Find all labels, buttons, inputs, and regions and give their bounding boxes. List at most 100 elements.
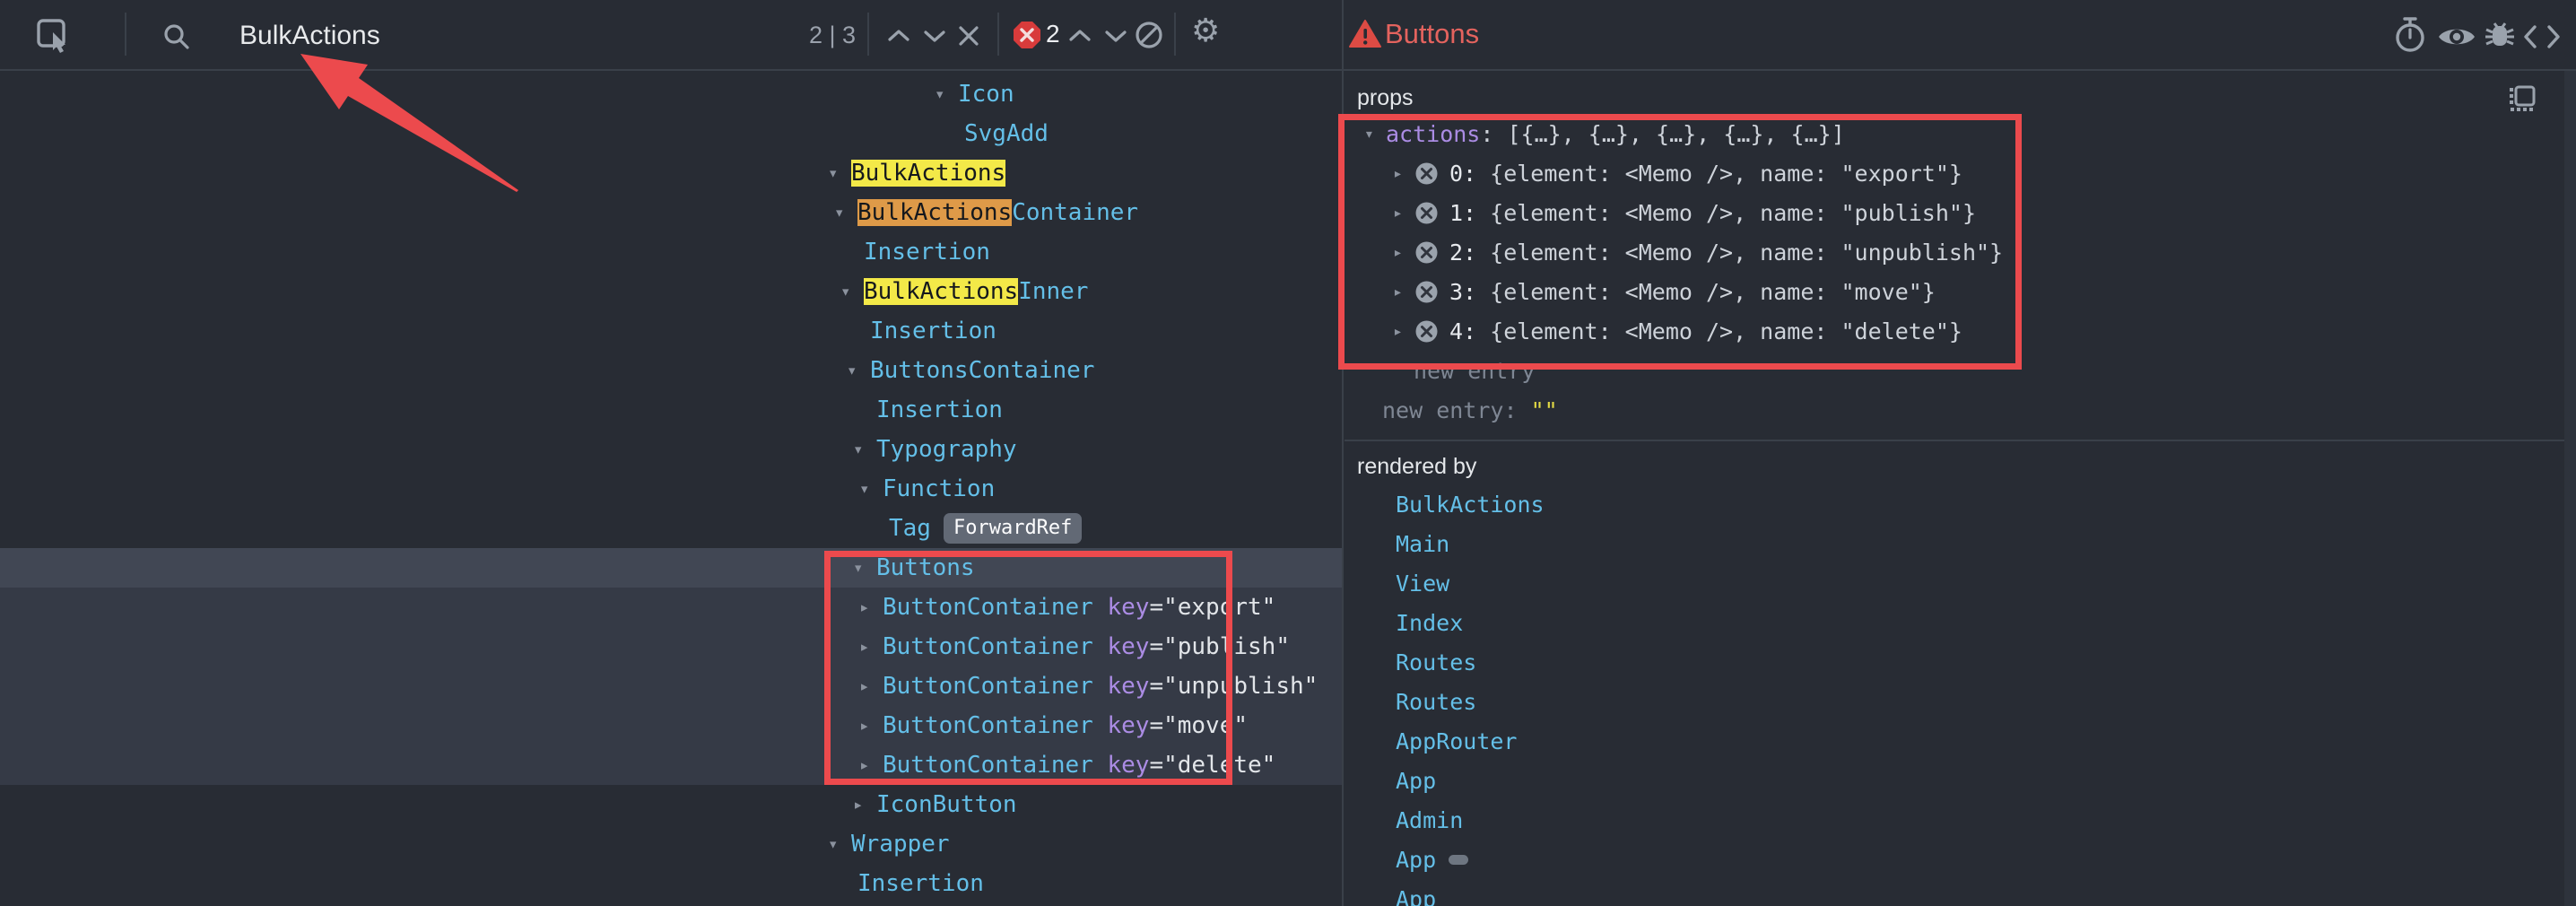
- tree-row-tag[interactable]: TagForwardRef: [0, 509, 1342, 548]
- tree-row-function[interactable]: ▾Function: [0, 469, 1342, 509]
- tree-row-buttoncontainer-export[interactable]: ▸ButtonContainer key="export": [0, 588, 1342, 627]
- rendered-by-item-routes-4[interactable]: Routes: [1345, 642, 2564, 682]
- rendered-by-item-app-9[interactable]: App: [1345, 840, 2564, 879]
- suspense-stopwatch-icon[interactable]: [2393, 16, 2427, 57]
- key-attribute-value: ="unpublish": [1149, 673, 1318, 700]
- delete-entry-icon[interactable]: [1414, 240, 1439, 265]
- tree-row-icon[interactable]: ▾Icon: [0, 74, 1342, 114]
- copy-props-icon[interactable]: [2507, 83, 2537, 126]
- error-count: 2: [1046, 20, 1060, 48]
- chevron-right-icon[interactable]: ▸: [859, 745, 883, 785]
- right-panel-scrollbar[interactable]: [2564, 71, 2576, 906]
- component-name: Typography: [876, 436, 1017, 463]
- delete-entry-icon[interactable]: [1414, 280, 1439, 304]
- rendered-by-section-label: rendered by: [1357, 454, 1476, 479]
- collapse-chevron-icon[interactable]: ▾: [1364, 125, 1386, 144]
- rendered-by-item-view-2[interactable]: View: [1345, 563, 2564, 603]
- tree-row-buttonscontainer[interactable]: ▾ButtonsContainer: [0, 351, 1342, 390]
- prop-row-action-3[interactable]: ▸3: {element: <Memo />, name: "move"}: [1345, 272, 2564, 311]
- view-source-code-icon[interactable]: [2522, 23, 2562, 54]
- tree-row-iconbutton[interactable]: ▸IconButton: [0, 785, 1342, 824]
- tree-row-buttoncontainer-move[interactable]: ▸ButtonContainer key="move": [0, 706, 1342, 745]
- prop-row-actions[interactable]: ▾actions: [{…}, {…}, {…}, {…}, {…}]: [1345, 114, 2564, 153]
- rendered-by-item-main-1[interactable]: Main: [1345, 524, 2564, 563]
- rendered-by-item-routes-5[interactable]: Routes: [1345, 682, 2564, 721]
- previous-result-icon[interactable]: [886, 27, 911, 48]
- chevron-right-icon[interactable]: ▸: [859, 706, 883, 745]
- owner-component-name: Main: [1396, 531, 1449, 557]
- chevron-right-icon[interactable]: ▸: [1393, 283, 1414, 301]
- owner-component-name: Routes: [1396, 689, 1476, 715]
- previous-error-icon[interactable]: [1067, 27, 1092, 48]
- new-entry-label: new entry: [1382, 397, 1503, 423]
- key-attribute-name: key: [1093, 712, 1150, 739]
- tree-row-buttoncontainer-delete[interactable]: ▸ButtonContainer key="delete": [0, 745, 1342, 785]
- chevron-right-icon[interactable]: ▸: [859, 666, 883, 706]
- chevron-down-icon[interactable]: ▾: [935, 74, 958, 114]
- chevron-right-icon[interactable]: ▸: [859, 588, 883, 627]
- rendered-by-item-approuter-6[interactable]: AppRouter: [1345, 721, 2564, 761]
- chevron-right-icon[interactable]: ▸: [1393, 243, 1414, 262]
- chevron-down-icon[interactable]: ▾: [828, 824, 851, 864]
- chevron-right-icon[interactable]: ▸: [859, 627, 883, 666]
- chevron-down-icon[interactable]: ▾: [840, 272, 864, 311]
- new-entry-muted-row[interactable]: new entry: [1345, 351, 2564, 390]
- delete-entry-icon[interactable]: [1414, 319, 1439, 344]
- inspect-element-icon[interactable]: [36, 18, 72, 57]
- settings-gear-icon[interactable]: ⚙: [1191, 13, 1220, 49]
- rendered-by-item-bulkactions-0[interactable]: BulkActions: [1345, 484, 2564, 524]
- prop-name: actions: [1386, 121, 1480, 147]
- tree-row-insertion[interactable]: Insertion: [0, 864, 1342, 903]
- rendered-by-item-index-3[interactable]: Index: [1345, 603, 2564, 642]
- chevron-down-icon[interactable]: ▾: [853, 430, 876, 469]
- chevron-right-icon[interactable]: ▸: [1393, 164, 1414, 183]
- tree-row-typography[interactable]: ▾Typography: [0, 430, 1342, 469]
- chevron-right-icon[interactable]: ▸: [1393, 322, 1414, 341]
- props-section-label: props: [1357, 85, 1414, 110]
- tree-row-insertion[interactable]: Insertion: [0, 390, 1342, 430]
- prop-row-action-2[interactable]: ▸2: {element: <Memo />, name: "unpublish…: [1345, 232, 2564, 272]
- chevron-down-icon[interactable]: ▾: [847, 351, 870, 390]
- search-input[interactable]: [238, 14, 779, 57]
- clear-errors-icon[interactable]: [1134, 20, 1164, 54]
- next-result-icon[interactable]: [922, 27, 947, 48]
- tree-row-insertion[interactable]: Insertion: [0, 311, 1342, 351]
- tree-row-buttons[interactable]: ▾Buttons: [0, 548, 1342, 588]
- tree-row-buttoncontainer-publish[interactable]: ▸ButtonContainer key="publish": [0, 627, 1342, 666]
- tree-row-wrapper[interactable]: ▾Wrapper: [0, 824, 1342, 864]
- prop-value: {element: <Memo />, name: "delete"}: [1490, 318, 1962, 344]
- prop-row-action-4[interactable]: ▸4: {element: <Memo />, name: "delete"}: [1345, 311, 2564, 351]
- delete-entry-icon[interactable]: [1414, 201, 1439, 225]
- debug-bug-icon[interactable]: [2483, 18, 2517, 56]
- rendered-by-item-app-7[interactable]: App: [1345, 761, 2564, 800]
- component-tree: ▾IconSvgAdd▾BulkActions▾BulkActionsConta…: [0, 71, 1342, 906]
- chevron-down-icon[interactable]: ▾: [859, 469, 883, 509]
- new-entry-row[interactable]: new entry: "": [1345, 390, 2564, 430]
- owner-component-name: BulkActions: [1396, 492, 1545, 518]
- tree-row-buttoncontainer-unpublish[interactable]: ▸ButtonContainer key="unpublish": [0, 666, 1342, 706]
- prop-value: {element: <Memo />, name: "publish"}: [1490, 200, 1976, 226]
- next-error-icon[interactable]: [1103, 27, 1128, 48]
- react-devtools-window: 2 | 3 2 ⚙: [0, 0, 2576, 906]
- rendered-by-item-app-10[interactable]: App: [1345, 879, 2564, 906]
- tree-row-bulkactionscontainer[interactable]: ▾BulkActionsContainer: [0, 193, 1342, 232]
- delete-entry-icon[interactable]: [1414, 161, 1439, 186]
- component-name: ButtonContainer: [883, 712, 1093, 739]
- prop-row-action-1[interactable]: ▸1: {element: <Memo />, name: "publish"}: [1345, 193, 2564, 232]
- chevron-right-icon[interactable]: ▸: [853, 785, 876, 824]
- rendered-by-item-admin-8[interactable]: Admin: [1345, 800, 2564, 840]
- tree-row-bulkactions[interactable]: ▾BulkActions: [0, 153, 1342, 193]
- tree-row-svgadd[interactable]: SvgAdd: [0, 114, 1342, 153]
- chevron-down-icon[interactable]: ▾: [834, 193, 857, 232]
- chevron-down-icon[interactable]: ▾: [853, 548, 876, 588]
- clear-search-icon[interactable]: [956, 23, 981, 52]
- inspect-dom-eye-icon[interactable]: [2436, 23, 2477, 54]
- owner-component-name: Admin: [1396, 807, 1463, 833]
- new-entry-value[interactable]: "": [1531, 397, 1558, 423]
- chevron-down-icon[interactable]: ▾: [828, 153, 851, 193]
- tree-row-insertion[interactable]: Insertion: [0, 232, 1342, 272]
- owner-component-name: Index: [1396, 610, 1463, 636]
- prop-row-action-0[interactable]: ▸0: {element: <Memo />, name: "export"}: [1345, 153, 2564, 193]
- tree-row-bulkactionsinner[interactable]: ▾BulkActionsInner: [0, 272, 1342, 311]
- chevron-right-icon[interactable]: ▸: [1393, 204, 1414, 222]
